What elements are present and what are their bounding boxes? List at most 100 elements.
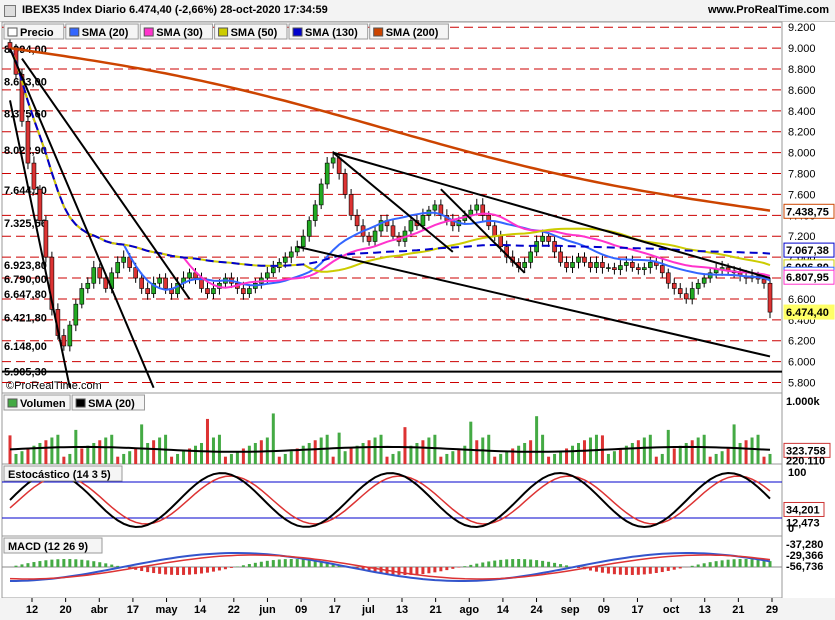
- candle-body[interactable]: [31, 162, 37, 190]
- volume-bar[interactable]: [427, 437, 431, 464]
- volume-bar[interactable]: [146, 442, 150, 464]
- volume-bar[interactable]: [26, 448, 30, 464]
- candle-body[interactable]: [354, 215, 360, 227]
- candle-body[interactable]: [558, 251, 563, 263]
- candle-body[interactable]: [689, 288, 695, 300]
- volume-bar[interactable]: [702, 434, 706, 464]
- volume-bar[interactable]: [361, 442, 365, 464]
- volume-bar[interactable]: [726, 448, 730, 464]
- volume-bar[interactable]: [122, 453, 126, 464]
- volume-bar[interactable]: [140, 424, 144, 464]
- candle-body[interactable]: [139, 277, 144, 289]
- volume-bar[interactable]: [116, 456, 120, 464]
- volume-bar[interactable]: [247, 445, 251, 464]
- volume-bar[interactable]: [56, 434, 60, 464]
- candle-body[interactable]: [522, 262, 527, 268]
- volume-bar[interactable]: [732, 424, 736, 464]
- candle-body[interactable]: [677, 288, 683, 295]
- chart-canvas[interactable]: 9.200 9.000 8.800 8.600 8.400 8.200 8.000 7.800…: [0, 0, 835, 620]
- volume-bar[interactable]: [199, 442, 203, 464]
- volume-bar[interactable]: [319, 437, 323, 464]
- volume-bar[interactable]: [20, 451, 24, 464]
- volume-bar[interactable]: [253, 442, 257, 464]
- candle-body[interactable]: [420, 215, 426, 227]
- volume-bar[interactable]: [134, 448, 138, 464]
- candle-body[interactable]: [665, 272, 671, 284]
- volume-bar[interactable]: [720, 451, 724, 464]
- volume-bar[interactable]: [152, 440, 156, 464]
- candle-body[interactable]: [247, 288, 252, 295]
- candle-body[interactable]: [671, 282, 677, 289]
- volume-bar[interactable]: [98, 440, 102, 464]
- volume-bar[interactable]: [373, 437, 377, 464]
- volume-bar[interactable]: [547, 456, 551, 464]
- volume-bar[interactable]: [182, 451, 186, 464]
- candle-body[interactable]: [474, 204, 480, 211]
- candle-body[interactable]: [761, 278, 767, 284]
- candle-body[interactable]: [564, 262, 569, 268]
- candle-body[interactable]: [372, 230, 378, 242]
- volume-bar[interactable]: [205, 418, 209, 464]
- candle-body[interactable]: [330, 157, 336, 164]
- candle-body[interactable]: [659, 265, 665, 274]
- candle-body[interactable]: [306, 220, 312, 237]
- volume-bar[interactable]: [104, 437, 108, 464]
- volume-bar[interactable]: [86, 445, 90, 464]
- volume-bar[interactable]: [642, 437, 646, 464]
- volume-bar[interactable]: [415, 442, 419, 464]
- candle-body[interactable]: [61, 335, 67, 347]
- volume-bar[interactable]: [391, 453, 395, 464]
- candle-body[interactable]: [636, 267, 641, 270]
- candle-body[interactable]: [336, 157, 342, 174]
- volume-bar[interactable]: [50, 437, 54, 464]
- volume-bar[interactable]: [768, 453, 772, 464]
- volume-bar[interactable]: [38, 442, 42, 464]
- volume-bar[interactable]: [606, 453, 610, 464]
- volume-bar[interactable]: [283, 453, 287, 464]
- candle-body[interactable]: [683, 293, 689, 300]
- volume-bar[interactable]: [44, 440, 48, 464]
- volume-bar[interactable]: [750, 437, 754, 464]
- volume-bar[interactable]: [630, 442, 634, 464]
- volume-bar[interactable]: [672, 448, 676, 464]
- volume-bar[interactable]: [493, 456, 497, 464]
- volume-bar[interactable]: [577, 442, 581, 464]
- volume-bar[interactable]: [223, 456, 227, 464]
- volume-bar[interactable]: [403, 427, 407, 464]
- candle-body[interactable]: [570, 262, 575, 268]
- candle-body[interactable]: [282, 256, 288, 263]
- candle-body[interactable]: [618, 265, 623, 270]
- volume-bar[interactable]: [648, 434, 652, 464]
- volume-bar[interactable]: [517, 445, 521, 464]
- volume-bar[interactable]: [660, 453, 664, 464]
- volume-bar[interactable]: [738, 442, 742, 464]
- volume-bar[interactable]: [678, 445, 682, 464]
- volume-bar[interactable]: [582, 440, 586, 464]
- volume-bar[interactable]: [451, 451, 455, 464]
- price-panel[interactable]: [1, 21, 783, 394]
- volume-bar[interactable]: [409, 445, 413, 464]
- candle-body[interactable]: [312, 204, 318, 221]
- candle-body[interactable]: [288, 251, 294, 258]
- volume-bar[interactable]: [654, 456, 658, 464]
- volume-bar[interactable]: [618, 448, 622, 464]
- candle-body[interactable]: [25, 120, 31, 164]
- candle-body[interactable]: [324, 162, 330, 185]
- candle-body[interactable]: [43, 220, 49, 258]
- candle-body[interactable]: [546, 235, 551, 242]
- volume-bar[interactable]: [170, 456, 174, 464]
- candle-body[interactable]: [265, 272, 270, 279]
- volume-bar[interactable]: [194, 445, 198, 464]
- candle-body[interactable]: [594, 262, 599, 268]
- candle-body[interactable]: [145, 288, 150, 295]
- candle-body[interactable]: [695, 282, 701, 289]
- candle-body[interactable]: [642, 267, 647, 270]
- volume-bar[interactable]: [636, 440, 640, 464]
- volume-bar[interactable]: [343, 451, 347, 464]
- candle-body[interactable]: [342, 173, 348, 195]
- volume-bar[interactable]: [385, 456, 389, 464]
- candle-body[interactable]: [600, 262, 605, 268]
- volume-bar[interactable]: [469, 421, 473, 464]
- volume-bar[interactable]: [690, 440, 694, 464]
- volume-bar[interactable]: [744, 440, 748, 464]
